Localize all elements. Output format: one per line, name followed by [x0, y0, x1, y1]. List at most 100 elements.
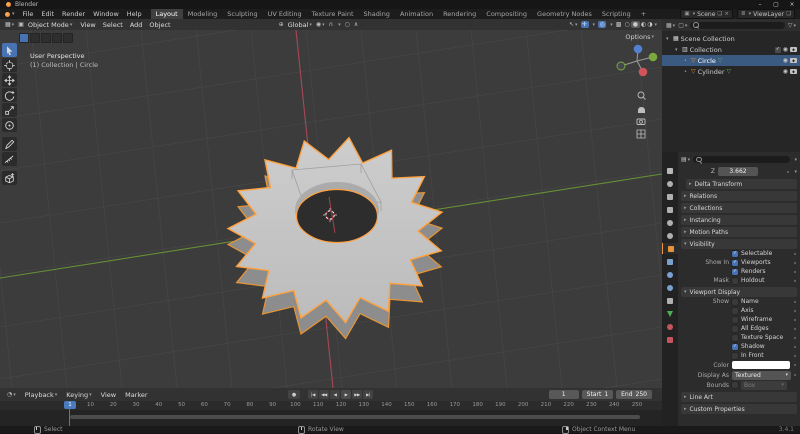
animate-decorator-icon[interactable] [794, 354, 796, 357]
collapse-icon[interactable]: ▾ [666, 36, 671, 42]
menu-edit[interactable]: Edit [37, 10, 58, 18]
disable-render-camera-icon[interactable] [790, 69, 797, 74]
viewport-menu-object[interactable]: Object [149, 21, 170, 29]
animate-decorator-icon[interactable] [794, 279, 796, 282]
animate-decorator-icon[interactable] [794, 270, 796, 273]
cursor-tool-button[interactable] [2, 58, 17, 72]
animate-decorator-icon[interactable] [794, 318, 796, 321]
color-swatch[interactable] [732, 361, 790, 369]
outliner-filter-button[interactable]: ▽▾ [788, 22, 796, 29]
panel-line-art[interactable]: ▸ Line Art [681, 392, 797, 402]
animate-decorator-icon[interactable] [794, 261, 796, 264]
tab-layout[interactable]: Layout [150, 9, 183, 19]
viewport-menu-select[interactable]: Select [103, 21, 123, 29]
timeline-editor-type-button[interactable]: ◔ ▾ [7, 391, 16, 398]
gizmo-x-axis-ball[interactable] [638, 67, 648, 77]
shading-solid-button[interactable]: ● [630, 21, 640, 28]
properties-tab-output[interactable] [662, 191, 678, 202]
animate-decorator-icon[interactable] [787, 170, 790, 173]
measure-tool-button[interactable] [2, 152, 17, 166]
panel-instancing[interactable]: ▸ Instancing [681, 215, 797, 225]
scene-selector[interactable]: ▣ ▾ Scene ❏ × [680, 9, 733, 19]
editor-type-button[interactable]: ▦ ▾ [5, 21, 14, 28]
bounds-checkbox[interactable] [732, 382, 738, 388]
pivot-point-dropdown[interactable]: ◉ ▾ [316, 21, 325, 28]
bounds-dropdown[interactable]: Box ▾ [741, 380, 787, 390]
panel-relations[interactable]: ▸ Relations [681, 191, 797, 201]
properties-tab-world[interactable] [662, 230, 678, 241]
new-collection-button[interactable]: ▢▾ [678, 22, 687, 29]
wireframe-checkbox[interactable] [732, 316, 738, 323]
outliner-row-circle[interactable]: • ▽ Circle ▽ ◉ [662, 55, 800, 66]
select-mode-intersect-button[interactable] [63, 33, 73, 43]
viewport-canvas[interactable] [0, 19, 662, 388]
menu-window[interactable]: Window [89, 10, 123, 18]
hide-eye-icon[interactable]: ◉ [783, 46, 788, 53]
exclude-checkbox[interactable]: ✓ [774, 46, 781, 53]
properties-tab-particles[interactable] [662, 269, 678, 280]
viewports-checkbox[interactable]: ✓ [732, 259, 738, 266]
panel-custom-properties[interactable]: ▸ Custom Properties [681, 404, 797, 414]
outliner-row-scene-collection[interactable]: ▾ ▦ Scene Collection [662, 33, 800, 44]
panel-collections[interactable]: ▸ Collections [681, 203, 797, 213]
outliner-row-collection[interactable]: ▾ ▥ Collection ✓ ◉ [662, 44, 800, 55]
timeline-menu-keying[interactable]: Keying ▾ [66, 391, 91, 399]
animate-decorator-icon[interactable] [794, 300, 796, 303]
blender-menu-button[interactable]: ▾ [0, 11, 19, 17]
name-checkbox[interactable] [732, 298, 738, 305]
gizmo-neg-y-ball[interactable] [616, 61, 626, 71]
all-edges-checkbox[interactable] [732, 325, 738, 332]
properties-tab-material[interactable] [662, 321, 678, 332]
annotate-tool-button[interactable] [2, 137, 17, 151]
animate-decorator-icon[interactable] [794, 364, 796, 366]
hide-eye-icon[interactable]: ◉ [783, 68, 788, 75]
properties-tab-modifiers[interactable] [662, 256, 678, 267]
timeline-track[interactable] [0, 410, 662, 426]
shadow-checkbox[interactable]: ✓ [732, 343, 738, 350]
tab-animation[interactable]: Animation [395, 9, 438, 19]
outliner-search-input[interactable] [690, 21, 785, 29]
viewport-menu-view[interactable]: View [80, 21, 95, 29]
hide-eye-icon[interactable]: ◉ [783, 57, 788, 64]
outliner-display-mode-button[interactable]: ▦▾ [666, 22, 675, 29]
select-mode-extend-button[interactable] [30, 33, 40, 43]
shading-material-button[interactable]: ◐ [641, 21, 646, 28]
properties-tab-object[interactable] [662, 243, 678, 254]
animate-decorator-icon[interactable] [794, 327, 796, 330]
tab-scripting[interactable]: Scripting [597, 9, 636, 19]
tab-uv-editing[interactable]: UV Editing [263, 9, 307, 19]
new-scene-icon[interactable]: ❏ [717, 11, 722, 17]
snap-target-dropdown[interactable]: ▾ [337, 22, 341, 28]
tab-geometry-nodes[interactable]: Geometry Nodes [532, 9, 597, 19]
select-mode-subtract-button[interactable] [41, 33, 51, 43]
timeline-menu-playback[interactable]: Playback ▾ [25, 391, 58, 399]
zoom-icon[interactable] [637, 91, 646, 100]
properties-tab-view-layer[interactable] [662, 204, 678, 215]
prev-keyframe-button[interactable]: ◀◀ [319, 390, 329, 399]
properties-tab-scene[interactable] [662, 217, 678, 228]
scale-tool-button[interactable] [2, 103, 17, 117]
properties-tab-texture[interactable] [662, 334, 678, 345]
select-mode-set-button[interactable] [19, 33, 29, 43]
pan-hand-icon[interactable] [638, 107, 645, 113]
toggle-xray-button[interactable]: ▩ [616, 21, 622, 28]
maximize-button[interactable]: ▢ [768, 1, 784, 8]
menu-file[interactable]: File [19, 10, 38, 18]
close-button[interactable]: × [784, 1, 800, 8]
tab-sculpting[interactable]: Sculpting [222, 9, 262, 19]
transform-z-field[interactable]: 3.662 [718, 167, 758, 176]
transform-orientation-dropdown[interactable]: Global ▾ [288, 21, 312, 29]
tab-texture-paint[interactable]: Texture Paint [307, 9, 359, 19]
show-gizmo-toggle[interactable]: ✛ [580, 21, 589, 28]
jump-to-start-button[interactable]: |◀ [308, 390, 318, 399]
add-cube-tool-button[interactable] [2, 171, 17, 185]
properties-tab-tool[interactable] [662, 165, 678, 176]
options-dropdown[interactable]: Options ▾ [625, 33, 654, 41]
current-frame-field[interactable]: 1 [548, 390, 579, 399]
panel-motion-paths[interactable]: ▸ Motion Paths [681, 227, 797, 237]
panel-delta-transform[interactable]: ▸ Delta Transform [686, 179, 797, 189]
outliner-row-cylinder[interactable]: • ▽ Cylinder ▽ ◉ [662, 66, 800, 77]
tab-compositing[interactable]: Compositing [481, 9, 532, 19]
animate-decorator-icon[interactable] [794, 374, 796, 376]
holdout-checkbox[interactable] [732, 277, 738, 284]
